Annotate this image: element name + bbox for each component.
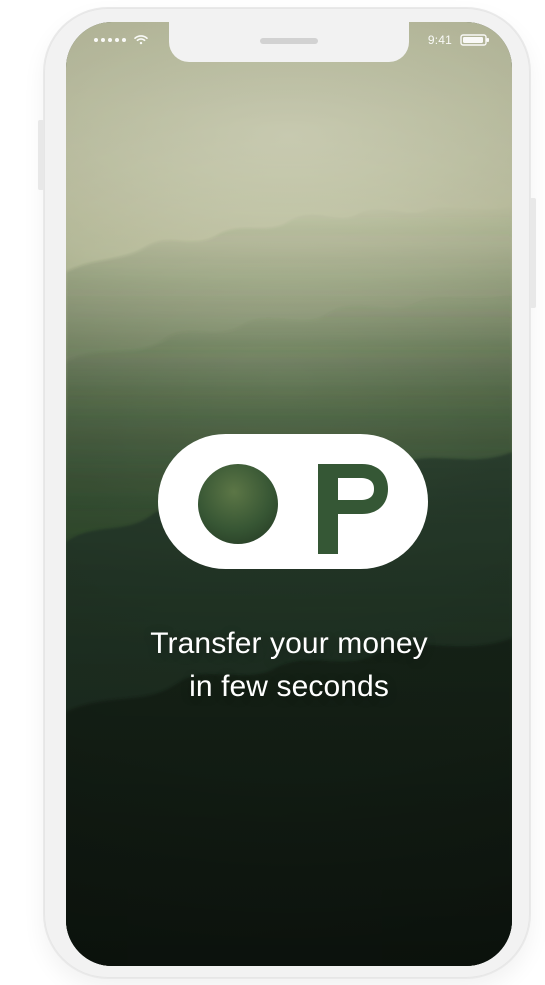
logo-p-mark: [318, 464, 388, 554]
speaker-grille: [260, 38, 318, 44]
logo-o-mark: [198, 464, 278, 544]
stage: 9:41 Transfer your money in few seconds: [0, 0, 545, 985]
phone-frame: 9:41 Transfer your money in few seconds: [38, 8, 536, 978]
power-button: [530, 198, 536, 308]
tagline-line-2: in few seconds: [189, 670, 389, 703]
side-button: [38, 120, 44, 190]
tagline: Transfer your money in few seconds: [66, 622, 512, 708]
tagline-line-1: Transfer your money: [150, 627, 428, 660]
phone-screen: 9:41 Transfer your money in few seconds: [66, 22, 512, 966]
app-logo: [158, 434, 428, 569]
notch: [169, 22, 409, 62]
